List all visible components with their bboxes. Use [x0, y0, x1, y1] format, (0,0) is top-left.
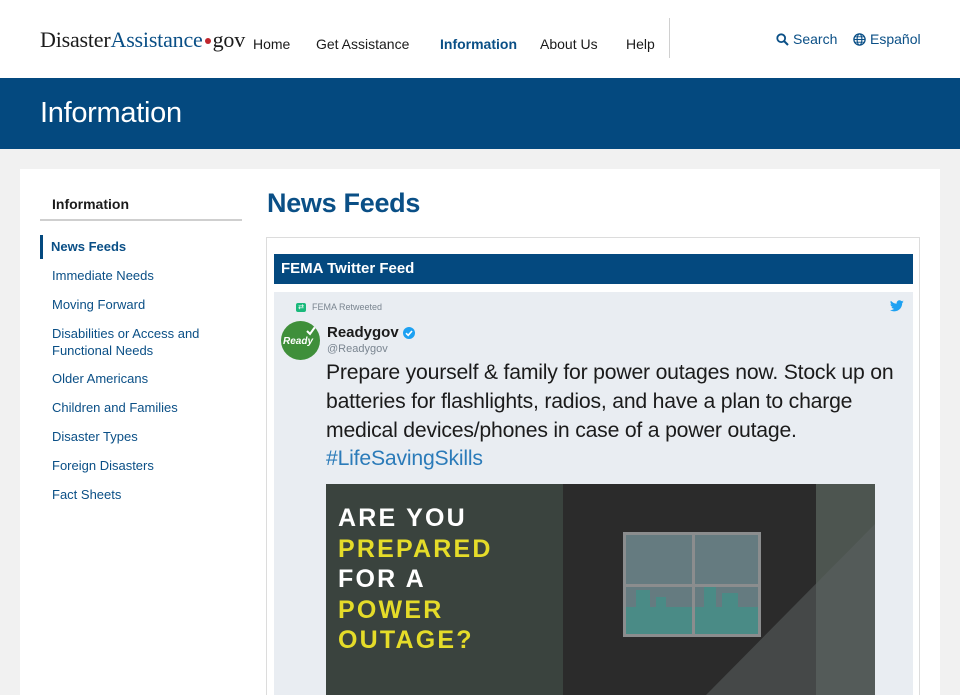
search-link[interactable]: Search: [776, 31, 837, 47]
retweet-indicator: ⇄ FEMA Retweeted: [296, 302, 382, 312]
logo-text-disaster: Disaster: [40, 27, 111, 52]
nav-divider: [669, 18, 670, 58]
image-text-line-4: POWER: [338, 596, 444, 624]
sidebar-item-children-families[interactable]: Children and Families: [52, 399, 227, 416]
page-banner: Information: [0, 78, 960, 149]
image-text-line-5: OUTAGE?: [338, 626, 474, 654]
retweet-label: FEMA Retweeted: [312, 302, 383, 312]
language-link[interactable]: Español: [853, 31, 921, 47]
nav-help[interactable]: Help: [626, 36, 655, 52]
nav-about-us[interactable]: About Us: [540, 36, 598, 52]
verified-badge-icon: [402, 326, 415, 339]
twitter-feed-title: FEMA Twitter Feed: [281, 260, 415, 277]
sidebar-item-disabilities[interactable]: Disabilities or Access and Functional Ne…: [52, 325, 222, 359]
sidebar-item-immediate-needs[interactable]: Immediate Needs: [52, 267, 227, 284]
check-icon: [306, 326, 316, 336]
twitter-feed-header: FEMA Twitter Feed: [274, 254, 913, 284]
sidebar-item-fact-sheets[interactable]: Fact Sheets: [52, 486, 227, 503]
logo-text-assistance: Assistance: [110, 27, 203, 52]
sidebar-active-marker: [40, 235, 43, 259]
nav-information[interactable]: Information: [440, 36, 517, 52]
site-logo[interactable]: DisasterAssistance gov: [40, 27, 245, 53]
section-title: News Feeds: [267, 188, 421, 218]
nav-home[interactable]: Home: [253, 36, 290, 52]
sidebar-item-news-feeds[interactable]: News Feeds: [51, 238, 226, 255]
tweet-author-name[interactable]: Readygov: [327, 324, 415, 341]
logo-dot: [204, 37, 211, 44]
sidebar-item-foreign-disasters[interactable]: Foreign Disasters: [52, 457, 227, 474]
window-mullion-horizontal: [626, 584, 758, 587]
nav-get-assistance[interactable]: Get Assistance: [316, 36, 409, 52]
sidebar-item-moving-forward[interactable]: Moving Forward: [52, 296, 227, 313]
window-illustration: [623, 532, 761, 637]
tweet-hashtag[interactable]: #LifeSavingSkills: [326, 447, 483, 470]
sidebar-item-older-americans[interactable]: Older Americans: [52, 370, 227, 387]
avatar-text: Ready: [283, 336, 314, 347]
image-text-line-2: PREPARED: [338, 535, 493, 563]
site-header: DisasterAssistance gov Home Get Assistanc…: [0, 0, 960, 78]
image-text-line-3: FOR A: [338, 565, 426, 593]
readygov-avatar[interactable]: Ready: [281, 321, 320, 360]
twitter-bird-icon[interactable]: [890, 300, 904, 312]
sidebar-divider: [40, 219, 242, 221]
sidebar-title: Information: [52, 196, 129, 212]
tweet-author-handle[interactable]: @Readygov: [327, 343, 388, 355]
tweet-text: Prepare yourself & family for power outa…: [326, 359, 906, 474]
logo-text-gov: gov: [212, 27, 246, 52]
image-text-line-1: ARE YOU: [338, 504, 467, 532]
globe-icon: [853, 32, 866, 46]
tweet-body: Prepare yourself & family for power outa…: [326, 361, 894, 442]
sidebar-item-disaster-types[interactable]: Disaster Types: [52, 428, 227, 445]
author-name-text: Readygov: [327, 324, 399, 341]
language-label: Español: [870, 31, 921, 47]
tweet-image[interactable]: ARE YOU PREPARED FOR A POWER OUTAGE?: [326, 484, 875, 695]
retweet-icon: ⇄: [296, 302, 306, 312]
page-title: Information: [40, 97, 182, 129]
search-label: Search: [793, 31, 838, 47]
search-icon: [776, 32, 789, 46]
